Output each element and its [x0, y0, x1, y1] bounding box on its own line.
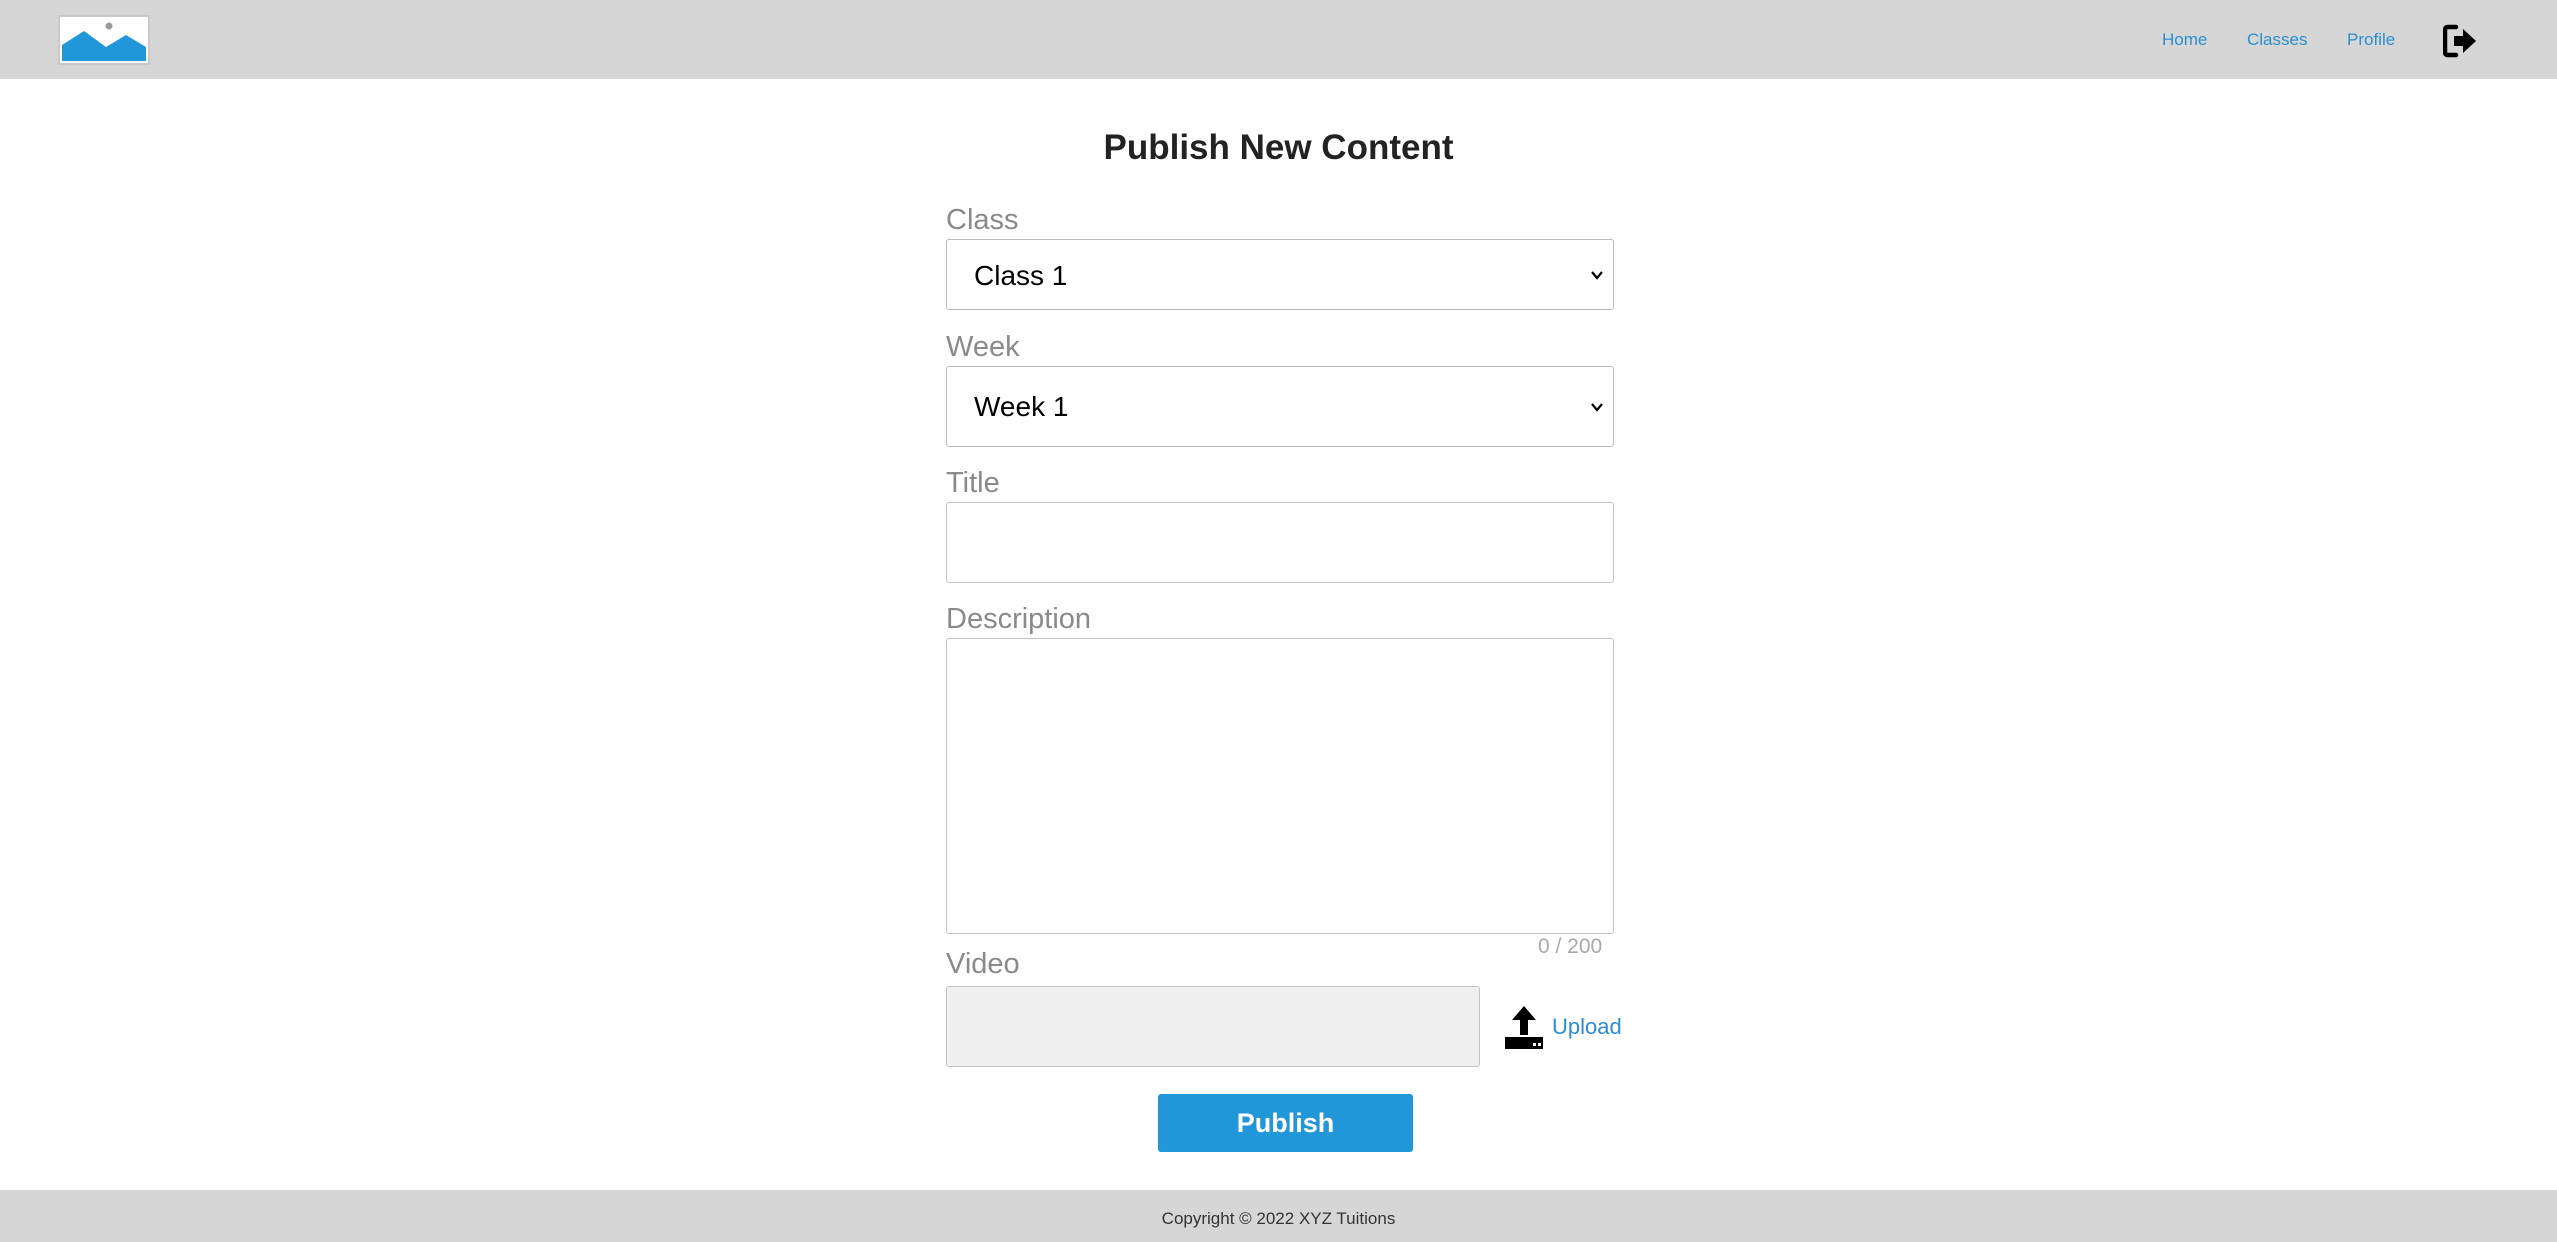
chevron-down-icon: [1591, 271, 1603, 280]
description-textarea[interactable]: [946, 638, 1614, 934]
class-label: Class: [946, 204, 1019, 236]
logo[interactable]: [58, 15, 150, 65]
chevron-down-icon: [1591, 403, 1603, 412]
upload-button[interactable]: [1503, 1005, 1545, 1051]
video-file-field[interactable]: [946, 986, 1480, 1067]
sign-out-icon: [2442, 24, 2476, 58]
class-select-value: Class 1: [974, 260, 1068, 291]
class-select[interactable]: Class 1: [946, 239, 1614, 310]
page-title: Publish New Content: [1103, 128, 1454, 167]
nav-profile-link[interactable]: Profile: [2347, 30, 2395, 50]
top-nav-bar: Home Classes Profile: [0, 0, 2557, 79]
publish-button[interactable]: Publish: [1158, 1094, 1413, 1152]
character-counter: 0 / 200: [1538, 935, 1603, 958]
week-select[interactable]: Week 1: [946, 366, 1614, 447]
sign-out-button[interactable]: [2442, 24, 2477, 58]
image-placeholder-icon: [62, 22, 146, 61]
description-label: Description: [946, 603, 1092, 635]
upload-icon: [1505, 1006, 1543, 1049]
title-input[interactable]: [946, 502, 1614, 583]
footer: Copyright © 2022 XYZ Tuitions: [0, 1190, 2557, 1242]
video-label: Video: [946, 948, 1020, 980]
week-label: Week: [946, 331, 1020, 363]
nav-classes-link[interactable]: Classes: [2247, 30, 2307, 50]
upload-link[interactable]: Upload: [1552, 1014, 1622, 1040]
copyright-text: Copyright © 2022 XYZ Tuitions: [1161, 1209, 1396, 1228]
nav-home-link[interactable]: Home: [2162, 30, 2207, 50]
title-label: Title: [946, 467, 1000, 499]
week-select-value: Week 1: [974, 391, 1069, 422]
